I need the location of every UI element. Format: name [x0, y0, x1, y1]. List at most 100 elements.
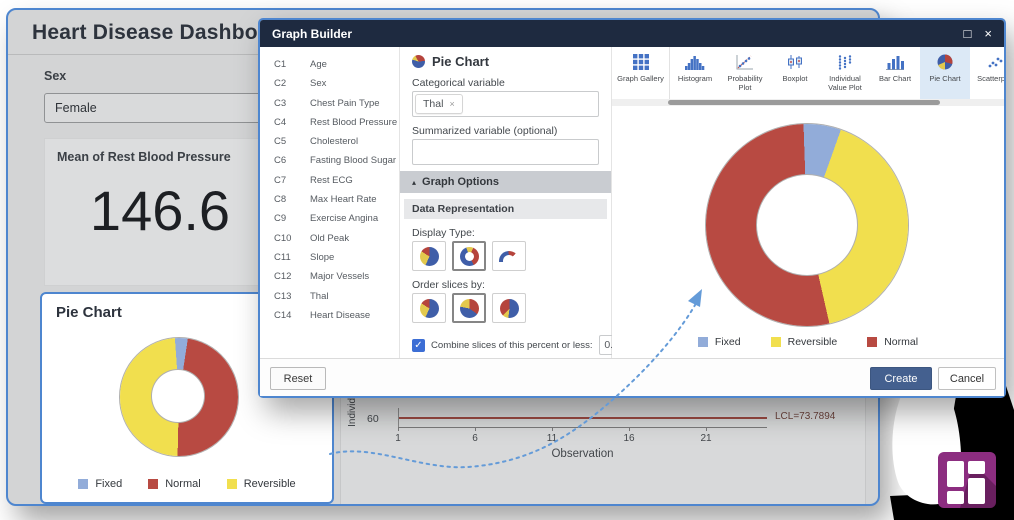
column-row[interactable]: C10Old Peak [260, 229, 399, 248]
dialog-footer: Reset Create Cancel [260, 358, 1004, 396]
tab-scatterplot[interactable]: Scatterplot [970, 47, 1004, 99]
combine-checkbox[interactable] [412, 339, 425, 352]
column-row[interactable]: C11Slope [260, 248, 399, 267]
tab-graph-gallery[interactable]: Graph Gallery [612, 47, 670, 99]
x-tick-mark [629, 427, 630, 431]
tab-individual-value-plot[interactable]: Individual Value Plot [820, 47, 870, 99]
column-row[interactable]: C4Rest Blood Pressure [260, 113, 399, 132]
legend-item: Fixed [78, 478, 122, 490]
column-name: Cholesterol [310, 135, 358, 148]
column-row[interactable]: C13Thal [260, 287, 399, 306]
column-row[interactable]: C14Heart Disease [260, 306, 399, 325]
kpi-value: 146.6 [45, 178, 275, 243]
tab-label: Individual Value Plot [820, 74, 870, 93]
toolbar-scrollbar[interactable] [612, 99, 1004, 106]
bar-chart-icon [886, 54, 904, 70]
x-tick-mark [706, 427, 707, 431]
create-button[interactable]: Create [870, 367, 932, 390]
column-row[interactable]: C12Major Vessels [260, 267, 399, 286]
column-row[interactable]: C6Fasting Blood Sugar [260, 151, 399, 170]
column-code: C11 [274, 251, 310, 264]
legend-item: Normal [148, 478, 200, 490]
column-row[interactable]: C5Cholesterol [260, 132, 399, 151]
order-default-button[interactable] [412, 293, 446, 323]
collapse-icon: ▴ [412, 178, 416, 187]
column-row[interactable]: C7Rest ECG [260, 171, 399, 190]
chart-canvas: FixedReversibleNormal [612, 106, 1004, 358]
dialog-titlebar[interactable]: Graph Builder □ × [260, 20, 1004, 47]
x-tick-mark [475, 427, 476, 431]
scatterplot-icon [987, 54, 1003, 70]
x-tick-label: 1 [395, 433, 401, 444]
lcl-annotation: LCL=73.7894 [775, 411, 835, 422]
column-name: Major Vessels [310, 270, 369, 283]
summarized-variable-input[interactable] [412, 139, 599, 165]
display-type-donut-button[interactable] [452, 241, 486, 271]
lcl-line [399, 417, 767, 419]
pie-icon [420, 247, 439, 266]
tab-label: Probability Plot [720, 74, 770, 93]
graph-options-section-header[interactable]: ▴ Graph Options [400, 171, 611, 193]
graph-builder-dialog: Graph Builder □ × C1AgeC2SexC3Chest Pain… [258, 18, 1006, 398]
x-tick-mark [552, 427, 553, 431]
tab-label: Bar Chart [877, 74, 913, 83]
builder-header-label: Pie Chart [432, 54, 489, 69]
tab-bar-chart[interactable]: Bar Chart [870, 47, 920, 99]
reset-button[interactable]: Reset [270, 367, 326, 390]
order-alpha-button[interactable] [492, 293, 526, 323]
individual-value-plot-icon [837, 54, 853, 70]
close-icon[interactable]: × [984, 27, 992, 40]
column-code: C9 [274, 212, 310, 225]
tab-pie-chart[interactable]: Pie Chart [920, 47, 970, 99]
column-name: Heart Disease [310, 309, 370, 322]
pie-chart-icon [937, 54, 953, 70]
column-name: Rest ECG [310, 174, 353, 187]
toolbar-scrollbar-thumb[interactable] [668, 100, 940, 105]
tab-label: Boxplot [780, 74, 809, 83]
builder-preview-panel: Graph GalleryHistogramProbability Plot Bo… [612, 47, 1004, 358]
column-row[interactable]: C8Max Heart Rate [260, 190, 399, 209]
column-row[interactable]: C1Age [260, 55, 399, 74]
screenshot-stage: Heart Disease Dashboard Sex Female ▼ Mea… [0, 0, 1014, 520]
tab-boxplot[interactable]: Boxplot [770, 47, 820, 99]
categorical-variable-input[interactable]: Thal × [412, 91, 599, 117]
column-code: C1 [274, 58, 310, 71]
maximize-icon[interactable]: □ [964, 27, 972, 40]
dialog-title: Graph Builder [272, 27, 352, 41]
column-row[interactable]: C3Chest Pain Type [260, 94, 399, 113]
column-name: Thal [310, 290, 328, 303]
display-type-pie-button[interactable] [412, 241, 446, 271]
column-code: C10 [274, 232, 310, 245]
column-name: Old Peak [310, 232, 349, 245]
legend-swatch [227, 479, 237, 489]
chip-remove-icon[interactable]: × [449, 99, 454, 109]
tab-histogram[interactable]: Histogram [670, 47, 720, 99]
dashboard-donut-chart[interactable] [120, 338, 238, 456]
sex-dropdown[interactable]: Female ▼ [44, 93, 276, 123]
column-row[interactable]: C9Exercise Angina [260, 209, 399, 228]
tab-label: Pie Chart [927, 74, 962, 83]
legend-label: Fixed [715, 336, 741, 348]
order-size-button[interactable] [452, 293, 486, 323]
graph-gallery-toolbar: Graph GalleryHistogramProbability Plot Bo… [612, 47, 1004, 99]
variable-chip[interactable]: Thal × [415, 94, 463, 114]
legend-label: Fixed [95, 478, 122, 490]
column-name: Age [310, 58, 327, 71]
histogram-icon [685, 54, 705, 70]
data-representation-header: Data Representation [404, 199, 607, 219]
legend-swatch [698, 337, 708, 347]
column-name: Rest Blood Pressure [310, 116, 397, 129]
tab-probability-plot[interactable]: Probability Plot [720, 47, 770, 99]
sex-filter: Sex Female ▼ [44, 68, 276, 123]
cancel-button[interactable]: Cancel [938, 367, 996, 390]
pie-icon [500, 299, 519, 318]
builder-donut-chart[interactable] [706, 124, 908, 326]
column-code: C14 [274, 309, 310, 322]
summarized-variable-label: Summarized variable (optional) [412, 125, 599, 137]
column-name: Slope [310, 251, 334, 264]
display-type-arc-button[interactable] [492, 241, 526, 271]
column-code: C2 [274, 77, 310, 90]
column-row[interactable]: C2Sex [260, 74, 399, 93]
builder-pie-legend: FixedReversibleNormal [612, 336, 1004, 348]
column-code: C5 [274, 135, 310, 148]
